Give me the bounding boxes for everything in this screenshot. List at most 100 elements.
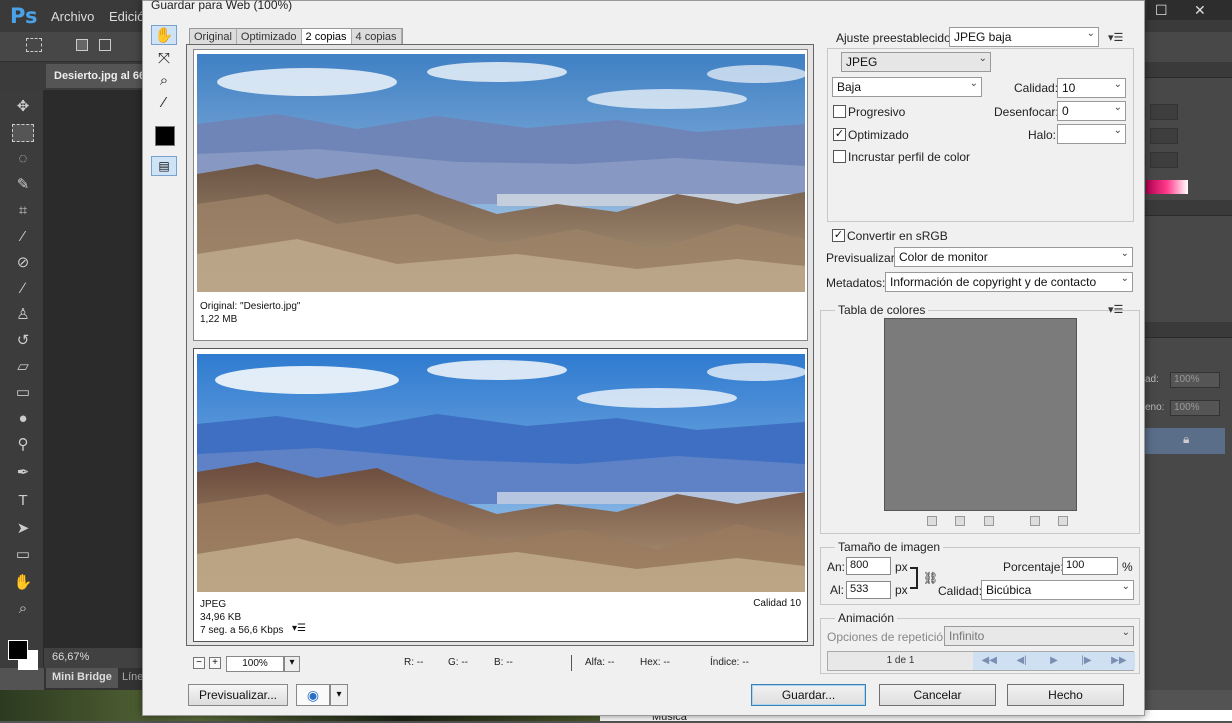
preview-select[interactable]: Color de monitor ⌄ bbox=[894, 247, 1133, 267]
close-icon[interactable]: ✕ bbox=[1194, 2, 1206, 19]
menu-archivo[interactable]: Archivo bbox=[51, 9, 94, 24]
tab-optimized[interactable]: Optimizado bbox=[237, 29, 302, 44]
cancel-button[interactable]: Cancelar bbox=[879, 684, 996, 706]
srgb-checkbox[interactable]: ✓ bbox=[832, 229, 845, 242]
height-field[interactable]: 533 bbox=[846, 581, 891, 599]
link-bracket bbox=[910, 567, 918, 589]
optimized-pane[interactable]: JPEG 34,96 KB 7 seg. a 56,6 Kbps Calidad… bbox=[193, 348, 808, 642]
pen-tool-icon[interactable]: ✒ bbox=[12, 464, 34, 482]
panel-field[interactable] bbox=[1150, 128, 1178, 144]
type-tool-icon[interactable]: T bbox=[12, 492, 34, 510]
first-frame-icon[interactable]: ◀◀ bbox=[973, 652, 1005, 670]
blur-tool-icon[interactable]: ● bbox=[12, 410, 34, 428]
gradient-swatch[interactable] bbox=[1146, 180, 1188, 194]
zoom-in-button[interactable]: + bbox=[209, 657, 221, 669]
zoom-tool-icon[interactable]: ⌕ bbox=[151, 71, 177, 91]
slice-select-tool-icon[interactable]: ⤧ bbox=[151, 49, 177, 69]
path-selection-icon[interactable]: ➤ bbox=[12, 520, 34, 538]
delete-color-icon[interactable] bbox=[1058, 516, 1068, 526]
matte-field[interactable]: ⌄ bbox=[1057, 124, 1126, 144]
loop-select[interactable]: Infinito ⌄ bbox=[944, 626, 1134, 646]
save-button[interactable]: Guardar... bbox=[751, 684, 866, 706]
original-image bbox=[197, 54, 805, 292]
panel-header bbox=[1145, 200, 1232, 216]
shape-tool-icon[interactable]: ▭ bbox=[12, 546, 34, 564]
dodge-tool-icon[interactable]: ⚲ bbox=[12, 436, 34, 454]
history-brush-icon[interactable]: ↺ bbox=[12, 332, 34, 350]
width-field[interactable]: 800 bbox=[846, 557, 891, 575]
blur-field[interactable]: 0 ⌄ bbox=[1057, 101, 1126, 121]
fill-field[interactable]: 100% bbox=[1170, 400, 1220, 416]
new-selection-icon[interactable] bbox=[76, 39, 88, 51]
eyedropper-tool-icon[interactable]: ⁄ bbox=[151, 93, 177, 113]
tab-original[interactable]: Original bbox=[190, 29, 237, 44]
lock-color-icon[interactable] bbox=[984, 516, 994, 526]
format-select[interactable]: JPEG ⌄ bbox=[841, 52, 991, 72]
quick-selection-icon[interactable]: ✎ bbox=[12, 176, 34, 194]
marquee-tool-icon[interactable] bbox=[12, 124, 34, 142]
previous-frame-icon[interactable]: ◀| bbox=[1005, 652, 1037, 670]
download-speed-menu-icon[interactable]: ▾☰ bbox=[292, 623, 306, 634]
preset-menu-icon[interactable]: ▾☰ bbox=[1108, 31, 1123, 44]
move-tool-icon[interactable]: ✥ bbox=[12, 98, 34, 116]
optimized-checkbox[interactable]: ✓ bbox=[833, 128, 846, 141]
eraser-tool-icon[interactable]: ▱ bbox=[12, 358, 34, 376]
crop-tool-icon[interactable]: ⌗ bbox=[12, 202, 34, 220]
done-button[interactable]: Hecho bbox=[1007, 684, 1124, 706]
marquee-icon[interactable] bbox=[26, 38, 42, 52]
brush-tool-icon[interactable]: ∕ bbox=[12, 280, 34, 298]
toggle-slices-icon[interactable]: ▤ bbox=[151, 156, 177, 176]
new-color-icon[interactable] bbox=[1030, 516, 1040, 526]
layer-row[interactable]: 🔒︎ bbox=[1145, 428, 1225, 454]
preset-select[interactable]: JPEG baja ⌄ bbox=[949, 27, 1099, 47]
tab-4-up[interactable]: 4 copias bbox=[352, 29, 402, 44]
percent-field[interactable]: 100 bbox=[1062, 557, 1118, 575]
hand-tool-icon[interactable]: ✋ bbox=[151, 25, 177, 45]
metadata-select[interactable]: Información de copyright y de contacto ⌄ bbox=[885, 272, 1133, 292]
foreground-color[interactable] bbox=[8, 640, 28, 660]
resample-quality-select[interactable]: Bicúbica ⌄ bbox=[981, 580, 1134, 600]
tab-2-up[interactable]: 2 copias bbox=[301, 29, 352, 44]
add-selection-icon[interactable] bbox=[99, 39, 111, 51]
web-shift-icon[interactable] bbox=[955, 516, 965, 526]
next-frame-icon[interactable]: |▶ bbox=[1070, 652, 1102, 670]
menu-edicion[interactable]: Edició bbox=[109, 9, 144, 24]
preview-in-browser-button[interactable]: Previsualizar... bbox=[188, 684, 288, 706]
stamp-tool-icon[interactable]: ♙ bbox=[12, 306, 34, 324]
chevron-down-icon: ⌄ bbox=[1121, 627, 1130, 638]
chevron-down-icon: ⌄ bbox=[1120, 248, 1129, 259]
color-swatches[interactable] bbox=[8, 640, 38, 670]
download-time: 7 seg. a 56,6 Kbps bbox=[200, 625, 284, 636]
eyedropper-tool-icon[interactable]: ⁄ bbox=[12, 228, 34, 246]
hand-tool-icon[interactable]: ✋ bbox=[12, 574, 34, 592]
maximize-icon[interactable]: ☐ bbox=[1155, 2, 1168, 19]
panel-field[interactable] bbox=[1150, 152, 1178, 168]
quality-preset-select[interactable]: Baja ⌄ bbox=[832, 77, 982, 97]
link-icon[interactable]: ⛓ bbox=[923, 571, 938, 585]
panel-field[interactable] bbox=[1150, 104, 1178, 120]
color-table[interactable] bbox=[884, 318, 1077, 511]
map-color-icon[interactable] bbox=[927, 516, 937, 526]
document-tab[interactable]: Desierto.jpg al 66 bbox=[46, 64, 142, 88]
lasso-tool-icon[interactable]: ◌ bbox=[12, 150, 34, 168]
zoom-out-button[interactable]: − bbox=[193, 657, 205, 669]
zoom-dropdown-icon[interactable]: ▾ bbox=[284, 656, 300, 672]
browser-dropdown-icon[interactable]: ▾ bbox=[330, 684, 348, 706]
metadata-label: Metadatos: bbox=[826, 276, 886, 290]
play-icon[interactable]: ▶ bbox=[1038, 652, 1070, 670]
quality-field[interactable]: 10 ⌄ bbox=[1057, 78, 1126, 98]
healing-brush-icon[interactable]: ⊘ bbox=[12, 254, 34, 272]
opacity-field[interactable]: 100% bbox=[1170, 372, 1220, 388]
last-frame-icon[interactable]: ▶▶ bbox=[1103, 652, 1135, 670]
eyedropper-color-swatch[interactable] bbox=[155, 126, 175, 146]
color-table-menu-icon[interactable]: ▾☰ bbox=[1108, 303, 1123, 316]
gradient-tool-icon[interactable]: ▭ bbox=[12, 384, 34, 402]
embed-profile-checkbox[interactable] bbox=[833, 150, 846, 163]
mini-bridge-tab[interactable]: Mini Bridge bbox=[46, 668, 118, 688]
original-pane[interactable]: Original: "Desierto.jpg" 1,22 MB bbox=[193, 49, 808, 341]
progressive-checkbox[interactable] bbox=[833, 105, 846, 118]
metadata-value: Información de copyright y de contacto bbox=[890, 275, 1097, 289]
browser-icon[interactable]: ◉ bbox=[296, 684, 330, 706]
zoom-tool-icon[interactable]: ⌕ bbox=[12, 600, 34, 618]
zoom-level-field[interactable]: 100% bbox=[226, 656, 284, 672]
